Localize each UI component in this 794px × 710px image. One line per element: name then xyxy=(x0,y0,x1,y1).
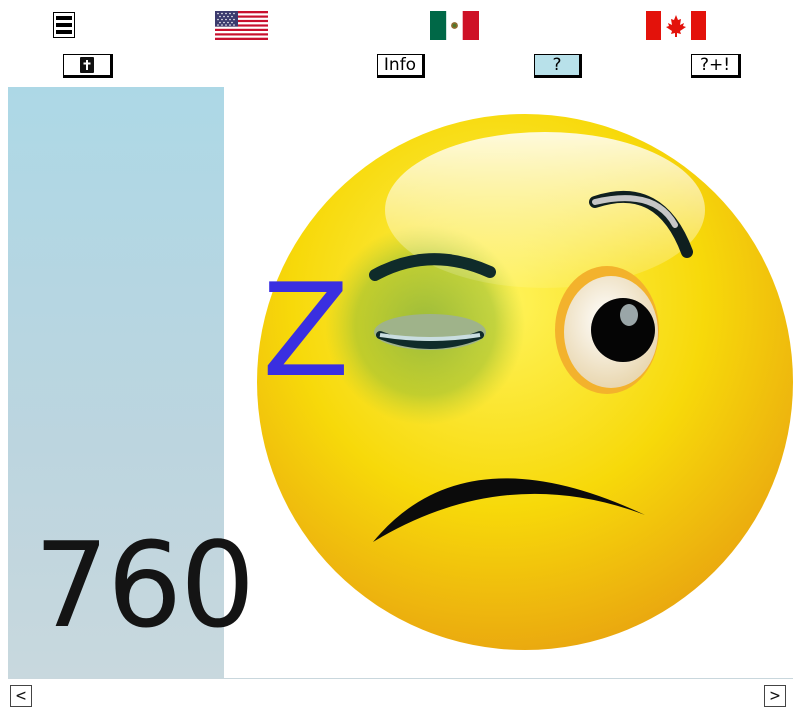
more-help-button[interactable]: ?+! xyxy=(691,54,741,78)
divider xyxy=(8,678,793,679)
bible-book-icon xyxy=(80,57,94,73)
hamburger-menu-icon[interactable] xyxy=(53,12,75,38)
next-button[interactable]: > xyxy=(764,685,786,707)
canada-flag-icon[interactable] xyxy=(646,11,706,40)
us-flag-icon[interactable] xyxy=(215,11,268,40)
sleep-z-letter: Z xyxy=(262,257,350,406)
info-button[interactable]: Info xyxy=(377,54,425,78)
previous-button[interactable]: < xyxy=(10,685,32,707)
bible-book-button[interactable] xyxy=(63,54,113,78)
mexico-flag-icon[interactable] xyxy=(430,11,479,40)
counter-value: 760 xyxy=(34,516,255,654)
help-button[interactable]: ? xyxy=(534,54,582,78)
